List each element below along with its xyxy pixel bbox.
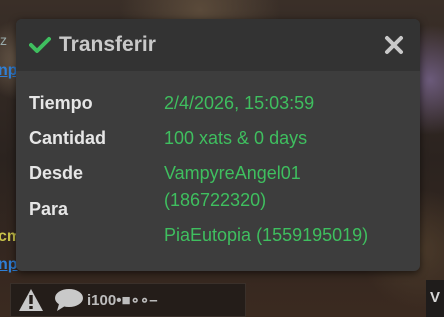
from-id-value: (186722320) [164,190,267,210]
time-value: 2/4/2026, 15:03:59 [164,93,315,113]
warning-icon[interactable] [17,287,45,313]
transfer-dialog: Transferir Tiempo 2/4/2026, 15:03:59 Can… [16,19,420,271]
dialog-title: Transferir [59,33,156,56]
check-icon [29,37,51,53]
amount-value: 100 xats & 0 days [164,128,308,148]
close-icon[interactable] [384,35,404,55]
from-value: VampyreAngel01 [164,163,301,183]
dialog-body: Tiempo 2/4/2026, 15:03:59 Cantidad 100 x… [16,71,420,245]
time-label: Tiempo [29,93,93,113]
background-letter: z [0,32,7,48]
from-label: Desde [29,163,84,183]
chat-bottom-bar: i100•■∘∘– [10,283,246,317]
amount-label: Cantidad [29,128,107,148]
to-value: PiaEutopia (1559195019) [164,225,369,245]
chat-bubble-icon[interactable] [53,288,85,312]
to-label: Para [29,199,69,219]
right-edge-badge: V [426,280,444,317]
background-link[interactable]: np [0,62,18,80]
dialog-header: Transferir [16,19,420,71]
background-link[interactable]: np [0,256,18,274]
chat-bar-text: i100•■∘∘– [87,292,158,309]
